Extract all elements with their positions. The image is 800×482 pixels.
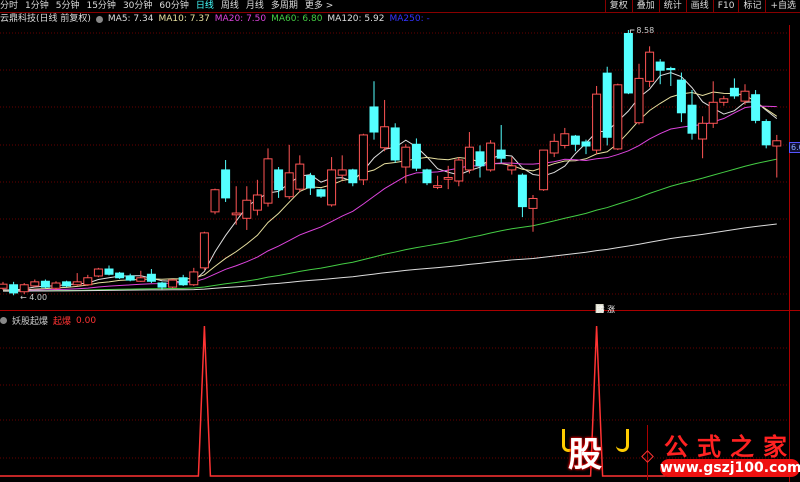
signal-label: 腾 涨	[597, 304, 616, 314]
candle-body	[305, 175, 315, 189]
ma10-line	[2, 91, 778, 292]
candle-body	[9, 284, 19, 294]
candle-body	[528, 197, 538, 209]
candle-body	[729, 87, 739, 97]
candle-body	[125, 275, 135, 281]
candle-body	[115, 272, 125, 279]
candle-body	[581, 141, 591, 147]
candle-body	[380, 126, 390, 149]
candle-body	[51, 282, 61, 289]
candle-body	[40, 280, 50, 288]
indicator-title: 妖股起爆 起爆 0.00	[0, 314, 101, 327]
indicator-field: 起爆	[53, 317, 72, 327]
candle-body	[443, 176, 453, 180]
candle-body	[740, 90, 750, 102]
candle-body	[390, 127, 400, 161]
candle-body	[772, 140, 782, 147]
candle-body	[623, 32, 633, 94]
candle-body	[263, 158, 273, 204]
candle-body	[30, 281, 40, 287]
candle-body	[708, 101, 718, 124]
candle-body	[411, 143, 421, 169]
candle-body	[454, 159, 464, 182]
candle-body	[517, 174, 527, 208]
candle-body	[496, 149, 506, 159]
candle-body	[93, 268, 103, 277]
candle-body	[698, 122, 708, 140]
candle-body	[62, 281, 72, 287]
candle-body	[507, 165, 517, 171]
candle-body	[570, 135, 580, 145]
indicator-settings-icon[interactable]	[0, 317, 7, 324]
candle-body	[157, 282, 167, 288]
candle-body	[19, 284, 29, 293]
candle-body	[369, 106, 379, 133]
watermark-logo: 股 公式之家 www.gszj100.com	[560, 425, 800, 482]
diamond-icon	[641, 450, 654, 463]
candle-body	[560, 133, 570, 146]
candle-body	[178, 277, 188, 286]
candle-body	[486, 142, 496, 171]
ma120-line	[2, 223, 777, 292]
candle-body	[464, 146, 474, 171]
candle-body	[199, 232, 209, 269]
candle-body	[666, 67, 676, 71]
candle-body	[284, 172, 294, 198]
candle-body	[242, 199, 252, 219]
candle-body	[221, 169, 231, 199]
candle-body	[358, 134, 368, 181]
candle-body	[655, 61, 665, 71]
current-price-tag: 6.0	[789, 142, 800, 153]
candle-body	[104, 268, 114, 275]
candle-body	[146, 273, 156, 282]
candle-body	[613, 84, 623, 150]
candle-body	[210, 189, 220, 213]
ma5-line	[2, 72, 778, 291]
high-price-label: 8.58	[636, 26, 654, 35]
candle-body	[189, 271, 199, 286]
candle-body	[422, 169, 432, 184]
candle-body	[168, 279, 178, 288]
candle-body	[751, 94, 761, 121]
indicator-name[interactable]: 妖股起爆	[12, 314, 48, 327]
candle-body	[274, 169, 284, 191]
watermark-brand: 公式之家	[664, 432, 796, 461]
candle-body	[231, 212, 241, 216]
candle-body	[761, 121, 771, 146]
candle-body	[337, 169, 347, 176]
kline-chart[interactable]: 8.58 ← 4.00 腾 涨	[0, 0, 800, 482]
indicator-value: 0.00	[76, 315, 97, 326]
candle-body	[0, 283, 8, 289]
candle-body	[687, 104, 697, 134]
candle-body	[676, 79, 686, 114]
candle-body	[549, 140, 559, 154]
ma20-line	[2, 105, 777, 292]
low-price-label: ← 4.00	[20, 293, 47, 302]
candle-body	[401, 146, 411, 168]
candle-body	[475, 151, 485, 167]
watermark-url: www.gszj100.com	[660, 459, 800, 477]
candle-body	[136, 277, 146, 282]
candle-body	[83, 277, 93, 286]
horn-right-icon	[616, 429, 629, 452]
candle-body	[327, 169, 337, 206]
candle-body	[316, 189, 326, 197]
candle-body	[295, 163, 305, 190]
candle-body	[719, 98, 729, 103]
candle-body	[592, 93, 602, 151]
candle-body	[634, 77, 644, 124]
candle-body	[72, 281, 82, 286]
candle-body	[433, 185, 443, 188]
watermark-char: 股	[568, 435, 602, 475]
ma60-line	[2, 158, 777, 292]
candle-body	[348, 169, 358, 184]
candle-body	[602, 72, 612, 138]
candle-body	[252, 194, 262, 211]
candle-body	[539, 149, 549, 191]
candle-body	[645, 51, 655, 82]
